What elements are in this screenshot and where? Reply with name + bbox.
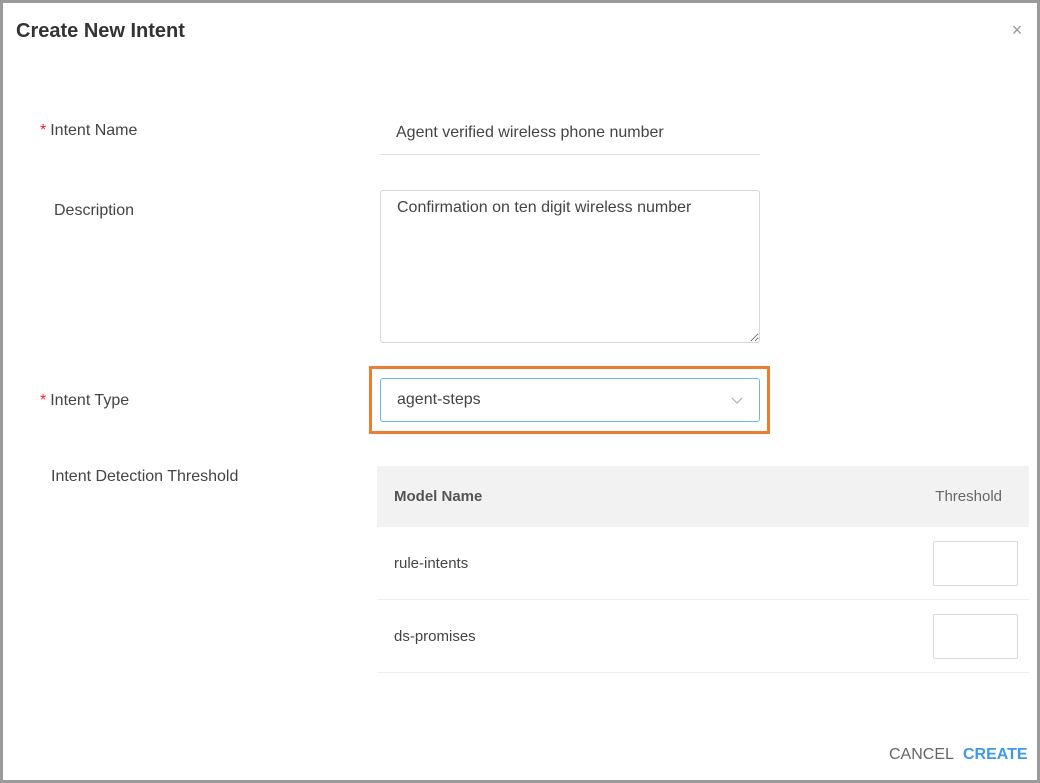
table-row: rule-intents	[377, 527, 1029, 600]
chevron-down-icon	[731, 397, 743, 404]
intent-type-value: agent-steps	[397, 391, 481, 408]
intent-type-select[interactable]: agent-steps	[380, 378, 760, 422]
create-intent-dialog: Create New Intent × *Intent Name Descrip…	[0, 0, 1040, 783]
description-label: Description	[54, 202, 135, 219]
required-marker: *	[40, 392, 47, 409]
required-marker: *	[40, 122, 47, 139]
model-name-header: Model Name	[394, 488, 483, 505]
threshold-table: Model Name Threshold rule-intents ds-pro…	[377, 466, 1029, 673]
threshold-input[interactable]	[933, 613, 1018, 659]
close-icon[interactable]: ×	[1007, 20, 1027, 40]
model-name-cell: ds-promises	[394, 627, 476, 645]
intent-name-input[interactable]	[380, 111, 760, 155]
table-row: ds-promises	[377, 600, 1029, 673]
description-textarea[interactable]: Confirmation on ten digit wireless numbe…	[380, 190, 760, 343]
cancel-button[interactable]: CANCEL	[889, 746, 954, 764]
create-button[interactable]: CREATE	[963, 746, 1028, 764]
threshold-input[interactable]	[933, 540, 1018, 586]
intent-name-label: * Intent Name	[40, 122, 138, 139]
dialog-title: Create New Intent	[16, 20, 185, 42]
threshold-label: Intent Detection Threshold	[51, 468, 239, 485]
table-header: Model Name Threshold	[377, 466, 1029, 527]
model-name-cell: rule-intents	[394, 554, 469, 572]
threshold-header: Threshold	[935, 488, 1002, 505]
intent-type-label: * Intent Type	[40, 392, 130, 409]
